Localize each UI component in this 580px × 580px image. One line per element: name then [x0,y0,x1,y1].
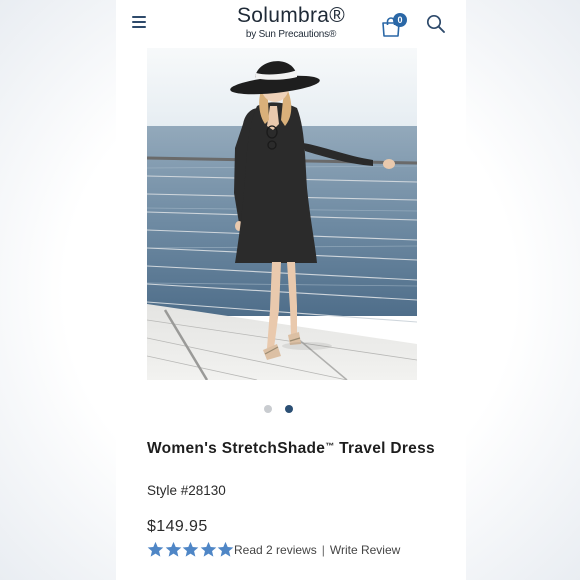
carousel-dot-1[interactable] [264,405,272,413]
star-icon [182,541,199,557]
review-links: Read 2 reviews | Write Review [234,543,400,557]
style-number: Style #28130 [147,483,226,498]
star-rating[interactable] [147,541,235,559]
brand-logo[interactable]: Solumbra® by Sun Precautions® [116,4,466,41]
cart-count-badge: 0 [393,13,407,27]
star-icon [147,541,164,557]
product-title: Women's StretchShade™ Travel Dress [147,440,437,457]
carousel-dot-2-active[interactable] [285,405,293,413]
cart-button[interactable]: 0 [380,13,410,37]
star-icon [165,541,181,557]
review-separator: | [321,543,325,557]
read-reviews-link[interactable]: Read 2 reviews [234,543,317,557]
mobile-page: Solumbra® by Sun Precautions® 0 Women's … [116,0,466,580]
carousel-indicators [116,403,466,415]
brand-name: Solumbra® [236,4,346,27]
star-icon [217,541,234,557]
site-header: Solumbra® by Sun Precautions® 0 [116,0,466,48]
trademark-mark: ™ [325,441,335,451]
brand-tagline: by Sun Precautions® [245,29,337,40]
write-review-link[interactable]: Write Review [330,543,400,557]
product-title-main: Women's StretchShade [147,440,326,457]
product-photo [147,48,417,380]
product-price: $149.95 [147,518,208,535]
search-icon[interactable] [426,14,446,34]
product-title-end: Travel Dress [334,440,435,457]
star-icon [200,541,216,557]
product-image[interactable] [147,48,417,380]
hamburger-menu-icon[interactable] [132,16,146,28]
